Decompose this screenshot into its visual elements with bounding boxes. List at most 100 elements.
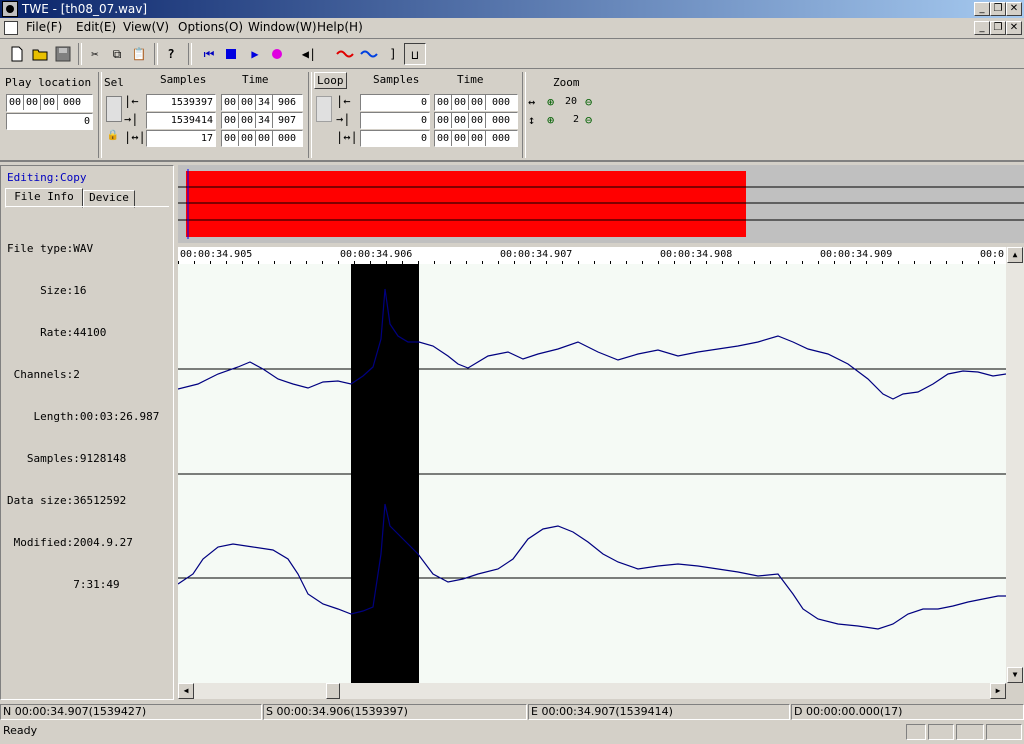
sel-end-samples[interactable]: 1539414 <box>146 112 216 129</box>
position-status-bar: N 00:00:34.907(1539427) S 00:00:34.906(1… <box>0 704 1024 722</box>
scroll-down-icon[interactable]: ▼ <box>1007 667 1023 683</box>
lock-icon[interactable] <box>106 96 122 122</box>
minimize-icon[interactable]: _ <box>974 2 990 16</box>
vertical-scrollbar[interactable]: ▲ ▼ <box>1006 247 1024 683</box>
menu-edit[interactable]: Edit(E) <box>76 20 116 34</box>
stop-icon[interactable] <box>220 43 242 65</box>
sel-start-samples[interactable]: 1539397 <box>146 94 216 111</box>
status-indicator <box>928 724 954 740</box>
waveform-view[interactable] <box>177 264 1007 684</box>
sidebar: Editing:Copy File Info Device File type:… <box>0 165 174 700</box>
menu-help[interactable]: Help(H) <box>317 20 363 34</box>
status-n: N 00:00:34.907(1539427) <box>0 704 262 720</box>
mute-icon[interactable]: ◀| <box>298 43 320 65</box>
sel-start-time[interactable]: 00 00 34 906 <box>221 94 303 111</box>
record-icon[interactable] <box>266 43 288 65</box>
paste-icon[interactable]: 📋 <box>128 43 150 65</box>
cut-icon[interactable]: ✂ <box>84 43 106 65</box>
status-s: S 00:00:34.906(1539397) <box>263 704 527 720</box>
skip-start-icon[interactable]: ⏮ <box>198 43 220 65</box>
zoom-in-v-icon[interactable]: ⊕ <box>547 113 554 127</box>
horizontal-scrollbar[interactable]: ◀ ▶ <box>178 683 1006 699</box>
loop-length-samples[interactable]: 0 <box>360 130 430 147</box>
status-indicator <box>906 724 926 740</box>
loop-time-header: Time <box>457 73 484 86</box>
sel-length-icon[interactable]: |↔| <box>124 130 146 144</box>
save-icon[interactable] <box>52 43 74 65</box>
scroll-right-icon[interactable]: ▶ <box>990 683 1006 699</box>
play-icon[interactable]: ▶ <box>244 43 266 65</box>
ruler-label: 00:00:34.909 <box>820 249 893 260</box>
zoom-h-value: 20 <box>565 96 578 107</box>
scroll-up-icon[interactable]: ▲ <box>1007 247 1023 263</box>
loop-start-samples[interactable]: 0 <box>360 94 430 111</box>
overview-svg <box>178 169 1024 239</box>
loop-samples-header: Samples <box>373 73 420 86</box>
menu-window[interactable]: Window(W) <box>248 20 317 34</box>
editing-status: Editing:Copy <box>7 171 87 184</box>
bracket-icon[interactable]: ] <box>382 43 404 65</box>
status-bar: Ready <box>0 722 1024 744</box>
menu-file[interactable]: File(F) <box>26 20 62 34</box>
loop-end-icon[interactable]: →| <box>336 112 350 126</box>
channel-2-wave <box>177 503 1006 630</box>
waveform-overview[interactable] <box>178 165 1024 243</box>
time-ruler[interactable]: 00:00:34.905 00:00:34.906 00:00:34.907 0… <box>178 247 1008 265</box>
file-modified: Modified:2004.9.27 <box>7 536 133 549</box>
zoom-v-value: 2 <box>573 114 580 125</box>
play-location-label: Play location <box>5 76 92 89</box>
scroll-thumb[interactable] <box>326 683 340 699</box>
file-type: File type:WAV <box>7 242 94 255</box>
scroll-left-icon[interactable]: ◀ <box>178 683 194 699</box>
menu-view[interactable]: View(V) <box>123 20 169 34</box>
ruler-label: 00:00:34.908 <box>660 249 733 260</box>
wave-red-icon[interactable] <box>334 43 356 65</box>
play-location-samples[interactable]: 0 <box>6 113 93 130</box>
status-e: E 00:00:34.907(1539414) <box>528 704 790 720</box>
close-icon[interactable]: ✕ <box>1006 2 1022 16</box>
sel-start-icon[interactable]: |← <box>124 94 138 108</box>
sel-length-time[interactable]: 00 00 00 000 <box>221 130 303 147</box>
zoom-out-h-icon[interactable]: ⊖ <box>585 95 592 109</box>
app-icon[interactable] <box>2 1 18 17</box>
lock-small-icon[interactable]: 🔒 <box>106 130 120 144</box>
copy-icon[interactable]: ⧉ <box>106 43 128 65</box>
loop-length-time[interactable]: 00 00 00 000 <box>434 130 518 147</box>
ruler-label: 00:0 <box>980 249 1005 260</box>
file-channels: Channels:2 <box>7 368 80 381</box>
tab-file-info[interactable]: File Info <box>5 188 83 208</box>
play-location-time[interactable]: 00 00 00 000 <box>6 94 93 112</box>
new-icon[interactable] <box>6 43 28 65</box>
ruler-label: 00:00:34.907 <box>500 249 573 260</box>
status-ready: Ready <box>3 724 38 737</box>
file-modified-time: 7:31:49 <box>7 578 120 591</box>
loop-lock-icon[interactable] <box>316 96 332 122</box>
doc-icon[interactable] <box>4 21 18 35</box>
toolbar: ✂ ⧉ 📋 ? ⏮ ▶ ◀| ] ⊔ <box>0 40 1024 69</box>
loop-start-icon[interactable]: |← <box>336 94 350 108</box>
loop-start-time[interactable]: 00 00 00 000 <box>434 94 518 111</box>
horizontal-arrows-icon: ↔ <box>528 95 536 109</box>
loop-end-samples[interactable]: 0 <box>360 112 430 129</box>
mdi-minimize-icon[interactable]: _ <box>974 21 990 35</box>
status-indicator <box>986 724 1022 740</box>
menu-options[interactable]: Options(O) <box>178 20 243 34</box>
loop-end-time[interactable]: 00 00 00 000 <box>434 112 518 129</box>
loop-length-icon[interactable]: |↔| <box>336 130 358 144</box>
wave-blue-icon[interactable] <box>358 43 380 65</box>
loop-button[interactable]: Loop <box>314 72 347 89</box>
sel-end-icon[interactable]: →| <box>124 112 138 126</box>
mdi-close-icon[interactable]: ✕ <box>1006 21 1022 35</box>
zoom-in-h-icon[interactable]: ⊕ <box>547 95 554 109</box>
zoom-out-v-icon[interactable]: ⊖ <box>585 113 592 127</box>
ruler-icon[interactable]: ⊔ <box>404 43 426 65</box>
sel-end-time[interactable]: 00 00 34 907 <box>221 112 303 129</box>
control-panel: Play location 00 00 00 000 0 Sel Samples… <box>0 70 1024 162</box>
open-icon[interactable] <box>30 43 52 65</box>
restore-icon[interactable]: ❐ <box>990 2 1006 16</box>
sel-length-samples[interactable]: 17 <box>146 130 216 147</box>
mdi-restore-icon[interactable]: ❐ <box>990 21 1006 35</box>
file-rate: Rate:44100 <box>7 326 107 339</box>
channel-1-wave <box>177 288 1007 400</box>
help-icon[interactable]: ? <box>160 43 182 65</box>
